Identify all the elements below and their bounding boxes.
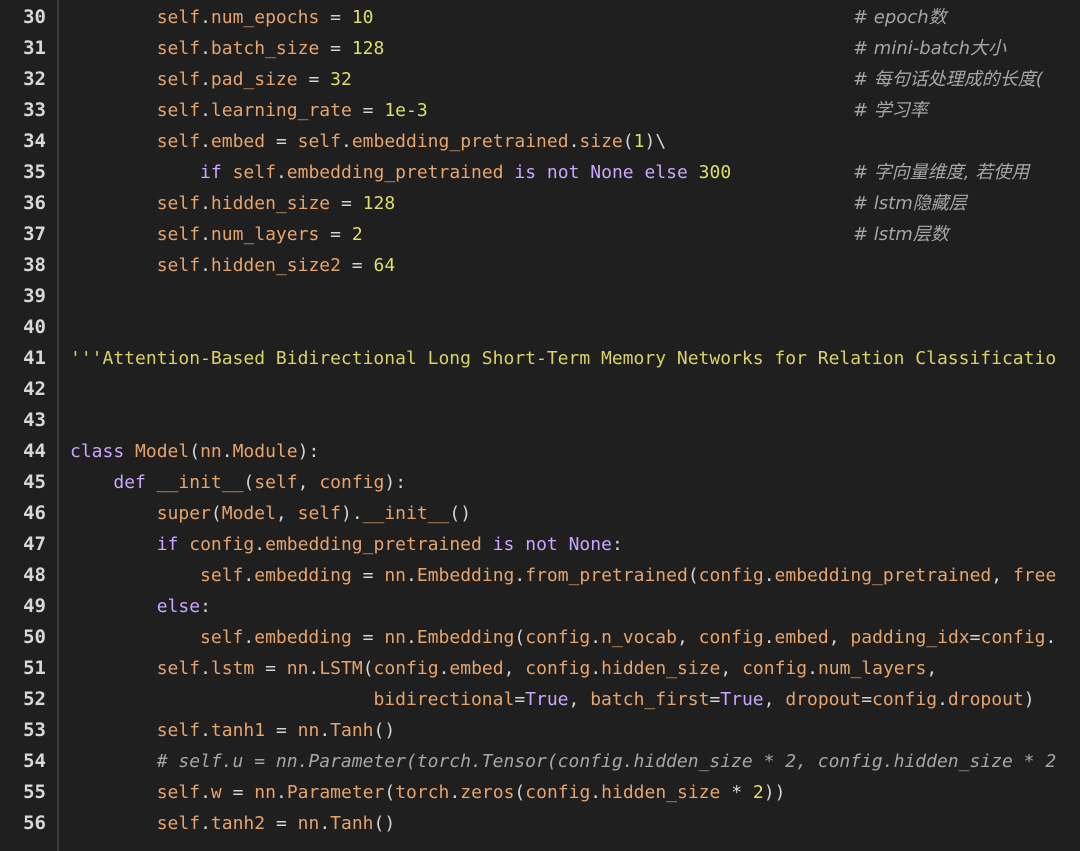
code-line[interactable]: 45 def __init__(self, config): <box>0 467 1080 498</box>
code-line[interactable]: 56 self.tanh2 = nn.Tanh() <box>0 808 1080 839</box>
code-line[interactable]: 48 self.embedding = nn.Embedding.from_pr… <box>0 560 1080 591</box>
code-line[interactable]: 49 else: <box>0 591 1080 622</box>
line-number: 35 <box>23 161 46 183</box>
code-text: self.embedding = nn.Embedding.from_pretr… <box>200 565 1057 586</box>
inline-comment: # 字向量维度, 若使用 <box>853 162 1030 183</box>
code-line[interactable]: 47 if config.embedding_pretrained is not… <box>0 529 1080 560</box>
inline-comment: # mini-batch大小 <box>853 38 1007 59</box>
code-line[interactable]: 51 self.lstm = nn.LSTM(config.embed, con… <box>0 653 1080 684</box>
line-number: 45 <box>23 471 46 493</box>
line-number: 47 <box>23 533 46 555</box>
code-text: self.embedding = nn.Embedding(config.n_v… <box>200 627 1057 648</box>
code-line[interactable]: 52 bidirectional=True, batch_first=True,… <box>0 684 1080 715</box>
code-text: class Model(nn.Module): <box>70 441 320 462</box>
line-number: 38 <box>23 254 46 276</box>
code-line[interactable]: 41 '''Attention-Based Bidirectional Long … <box>0 343 1080 374</box>
code-line[interactable]: 46 super(Model, self).__init__() <box>0 498 1080 529</box>
line-number: 48 <box>23 564 46 586</box>
code-text: self.hidden_size2 = 64 <box>156 255 396 276</box>
line-number: 42 <box>23 378 46 400</box>
line-number: 44 <box>23 440 46 462</box>
code-line[interactable]: 50 self.embedding = nn.Embedding(config.… <box>0 622 1080 653</box>
inline-comment: # lstm层数 <box>853 224 949 245</box>
code-line[interactable]: 42 <box>0 374 1080 405</box>
code-text: self.tanh1 = nn.Tanh() <box>156 720 396 741</box>
line-number: 52 <box>23 688 46 710</box>
line-number: 46 <box>23 502 46 524</box>
inline-comment: # 学习率 <box>853 100 928 121</box>
code-line[interactable]: 34 self.embed = self.embedding_pretraine… <box>0 126 1080 157</box>
code-line[interactable]: 36 self.hidden_size = 128 # lstm隐藏层 <box>0 188 1080 219</box>
line-number: 54 <box>23 750 46 772</box>
line-number: 50 <box>23 626 46 648</box>
code-text: super(Model, self).__init__() <box>156 503 472 524</box>
code-text: # self.u = nn.Parameter(torch.Tensor(con… <box>70 751 1057 772</box>
code-line[interactable]: 53 self.tanh1 = nn.Tanh() <box>0 715 1080 746</box>
line-number: 30 <box>23 6 46 28</box>
inline-comment: # 每句话处理成的长度( <box>853 69 1043 90</box>
code-line[interactable]: 43 <box>0 405 1080 436</box>
line-number: 40 <box>23 316 46 338</box>
code-line[interactable]: 40 <box>0 312 1080 343</box>
code-text: else: <box>156 596 211 617</box>
line-number: 34 <box>23 130 46 152</box>
line-number: 37 <box>23 223 46 245</box>
code-text: self.w = nn.Parameter(torch.zeros(config… <box>156 782 786 803</box>
code-text: if config.embedding_pretrained is not No… <box>156 534 623 555</box>
code-text: self.tanh2 = nn.Tanh() <box>156 813 396 834</box>
inline-comment: # lstm隐藏层 <box>853 193 967 214</box>
code-line[interactable]: 35 if self.embedding_pretrained is not N… <box>0 157 1080 188</box>
line-number: 56 <box>23 812 46 834</box>
line-number: 41 <box>23 347 46 369</box>
code-line[interactable]: 33 self.learning_rate = 1e-3 # 学习率 <box>0 95 1080 126</box>
line-number: 53 <box>23 719 46 741</box>
code-text: '''Attention-Based Bidirectional Long Sh… <box>70 348 1057 369</box>
code-line[interactable]: 55 self.w = nn.Parameter(torch.zeros(con… <box>0 777 1080 808</box>
inline-comment: # epoch数 <box>853 7 947 28</box>
line-number: 55 <box>23 781 46 803</box>
code-line[interactable]: 30 self.num_epochs = 10 # epoch数 <box>0 2 1080 33</box>
line-number: 33 <box>23 99 46 121</box>
code-text: self.embed = self.embedding_pretrained.s… <box>156 131 667 152</box>
code-line[interactable]: 32 self.pad_size = 32 # 每句话处理成的长度( <box>0 64 1080 95</box>
line-number: 51 <box>23 657 46 679</box>
line-number: 31 <box>23 37 46 59</box>
code-editor[interactable]: 30 self.num_epochs = 10 # epoch数 31 self.b… <box>0 0 1080 851</box>
line-number: 39 <box>23 285 46 307</box>
line-number: 36 <box>23 192 46 214</box>
line-number: 32 <box>23 68 46 90</box>
code-text: def __init__(self, config): <box>113 472 407 493</box>
code-text: self.lstm = nn.LSTM(config.embed, config… <box>156 658 938 679</box>
code-line[interactable]: 37 self.num_layers = 2 # lstm层数 <box>0 219 1080 250</box>
code-line[interactable]: 44 class Model(nn.Module): <box>0 436 1080 467</box>
code-line[interactable]: 54 # self.u = nn.Parameter(torch.Tensor(… <box>0 746 1080 777</box>
line-number: 43 <box>23 409 46 431</box>
code-text: bidirectional=True, batch_first=True, dr… <box>373 689 1035 710</box>
code-line[interactable]: 38 self.hidden_size2 = 64 <box>0 250 1080 281</box>
code-line[interactable]: 31 self.batch_size = 128 # mini-batch大小 <box>0 33 1080 64</box>
code-line[interactable]: 39 <box>0 281 1080 312</box>
line-number: 49 <box>23 595 46 617</box>
